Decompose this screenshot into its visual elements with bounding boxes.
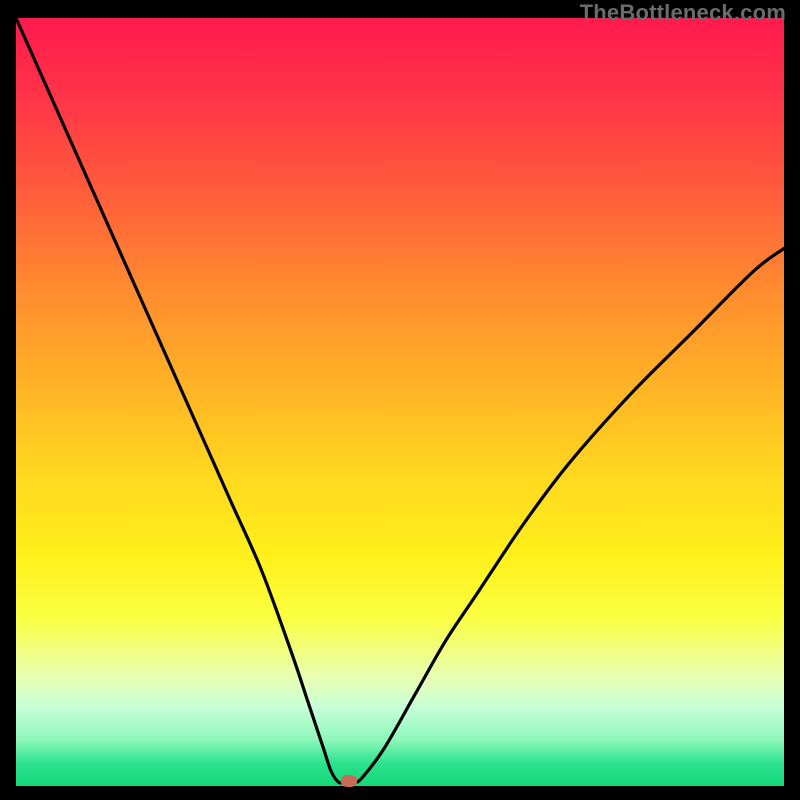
- plot-area: [16, 18, 784, 786]
- chart-frame: TheBottleneck.com: [0, 0, 800, 800]
- curve-path: [16, 18, 784, 783]
- watermark-text: TheBottleneck.com: [580, 0, 786, 26]
- bottleneck-curve: [16, 18, 784, 786]
- optimal-point-marker: [341, 775, 357, 787]
